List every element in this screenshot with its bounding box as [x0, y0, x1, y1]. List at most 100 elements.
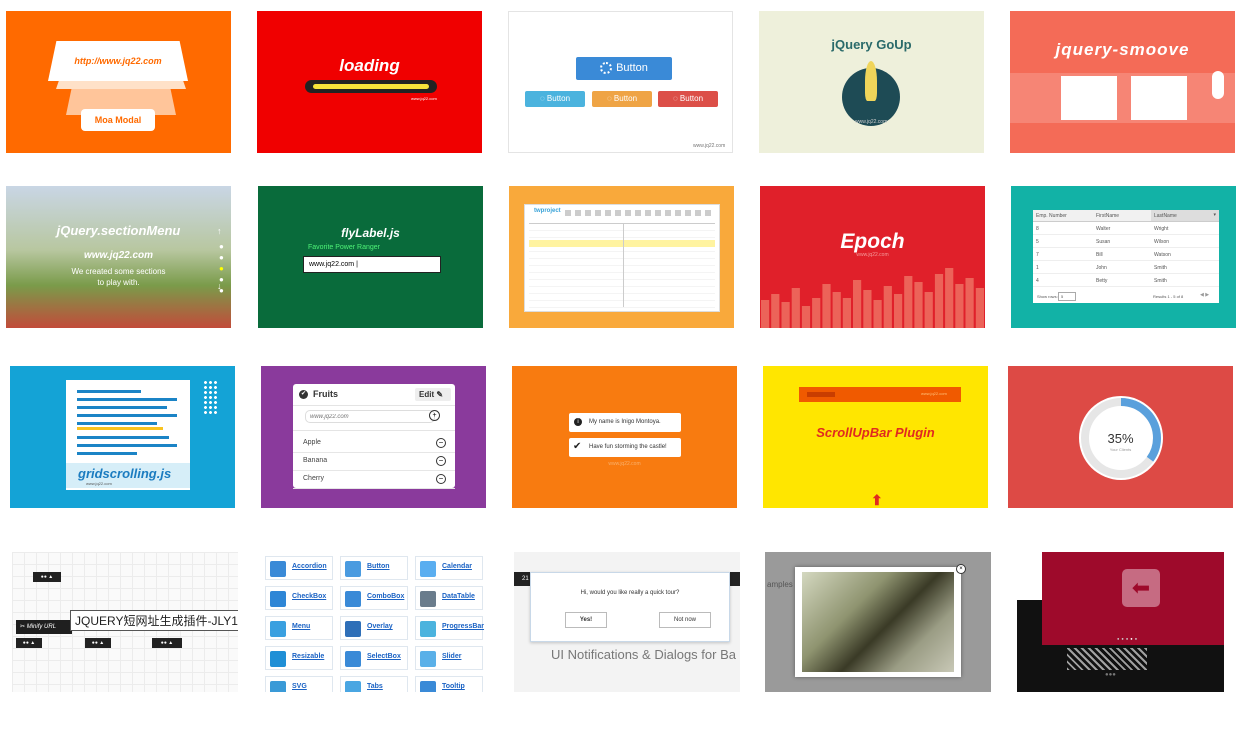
fruit-item[interactable]: Apple −: [293, 435, 455, 453]
goup-tile[interactable]: jQuery GoUp www.jq22.com: [759, 11, 984, 153]
gridscrolling-tile[interactable]: gridscrolling.js www.jq22.com: [10, 366, 235, 508]
widget-link[interactable]: CheckBox: [265, 586, 333, 610]
widget-link[interactable]: Calendar: [415, 556, 483, 580]
goup-title: jQuery GoUp: [831, 37, 912, 52]
slider-tile[interactable]: ⬅ ●●●●● ●●●: [1017, 552, 1224, 692]
small-button-label: Button: [546, 94, 571, 103]
widgets-tile[interactable]: Accordion Button Calendar CheckBox ComboBox D…: [263, 552, 489, 692]
node-bottom-2[interactable]: ●● ▲: [85, 638, 111, 648]
fruit-label: Cherry: [303, 475, 325, 482]
widget-link[interactable]: Overlay: [340, 616, 408, 640]
scrollupbar-tile[interactable]: www.jq22.com ScrollUpBar Plugin ⬆: [763, 366, 988, 508]
header-lastname[interactable]: LastName ▾: [1151, 210, 1219, 221]
widget-link[interactable]: DataTable: [415, 586, 483, 610]
epoch-bar: [934, 274, 944, 328]
donut-tile[interactable]: 35% Your Clients: [1008, 366, 1233, 508]
scrollup-bar-site: www.jq22.com: [921, 391, 947, 396]
loading-progress-fill: [313, 84, 429, 89]
minify-node[interactable]: ✂ Minify URL: [16, 620, 72, 634]
widget-link[interactable]: SVG: [265, 676, 333, 692]
widget-link[interactable]: Button: [340, 556, 408, 580]
widget-label: ComboBox: [367, 593, 405, 600]
small-button-red[interactable]: ◌ Button: [658, 91, 718, 107]
table-tile[interactable]: Emp. Number FirstName LastName ▾ 8 Walter W…: [1011, 186, 1236, 328]
table-row[interactable]: 7 Bill Watson: [1033, 248, 1219, 261]
widget-link[interactable]: Menu: [265, 616, 333, 640]
notification-2[interactable]: ✔ Have fun storming the castle!: [569, 438, 681, 457]
slider-dot[interactable]: ●: [1135, 636, 1139, 641]
remove-icon[interactable]: −: [436, 474, 446, 484]
moa-modal-button[interactable]: Moa Modal: [81, 109, 155, 131]
header-firstname[interactable]: FirstName: [1096, 213, 1119, 219]
fruit-item[interactable]: Cherry −: [293, 471, 455, 489]
add-icon[interactable]: +: [429, 410, 440, 421]
notify-tile[interactable]: i My name is Inigo Montoya. ✔ Have fun s…: [512, 366, 737, 508]
gantt-brand: twproject: [534, 208, 561, 214]
widget-icon: [270, 651, 286, 667]
node-top[interactable]: ●● ▲: [33, 572, 61, 582]
table-row[interactable]: 5 Susan Wilson: [1033, 235, 1219, 248]
widget-link[interactable]: ProgressBar: [415, 616, 484, 640]
small-button-blue[interactable]: ◌ Button: [525, 91, 585, 107]
widget-link[interactable]: Tabs: [340, 676, 408, 692]
up-arrow-icon[interactable]: ↑: [217, 226, 222, 236]
grid-line-4: [77, 414, 177, 417]
tour-yes-button[interactable]: Yes!: [565, 612, 607, 628]
fruit-input[interactable]: [305, 410, 435, 423]
flylabel-tile[interactable]: flyLabel.js Favorite Power Ranger www.jq…: [258, 186, 483, 328]
check-icon: ✔: [573, 441, 582, 452]
epoch-bar: [894, 294, 903, 328]
pager-arrows-icon[interactable]: ◀ ▶: [1200, 292, 1209, 298]
remove-icon[interactable]: −: [436, 456, 446, 466]
fruits-tile[interactable]: ✔ Fruits Edit ✎ + Apple − Banana − Cherry −: [261, 366, 486, 508]
epoch-tile[interactable]: Epoch www.jq22.com: [760, 186, 985, 328]
small-button-orange[interactable]: ◌ Button: [592, 91, 652, 107]
widget-icon: [345, 591, 361, 607]
show-rows-select[interactable]: 5: [1058, 292, 1076, 301]
header-emp-number[interactable]: Emp. Number: [1036, 213, 1067, 219]
slider-dots[interactable]: ●●●●●: [1117, 636, 1139, 641]
donut-sub: Your Clients: [1109, 447, 1132, 452]
table-row[interactable]: 8 Walter Wright: [1033, 222, 1219, 235]
gantt-toolbar: [565, 210, 713, 216]
spinner-icon: [600, 62, 613, 75]
widget-link[interactable]: ComboBox: [340, 586, 408, 610]
lightbox-tile[interactable]: amples ×: [765, 552, 991, 692]
widget-link[interactable]: Tooltip: [415, 676, 483, 692]
edit-button[interactable]: Edit ✎: [415, 388, 451, 401]
node-bottom-1[interactable]: ●● ▲: [16, 638, 42, 648]
moa-modal-tile[interactable]: http://www.jq22.com Moa Modal: [6, 11, 231, 153]
smoove-scroll-handle[interactable]: [1212, 71, 1224, 99]
widget-link[interactable]: Resizable: [265, 646, 333, 670]
notification-1[interactable]: i My name is Inigo Montoya.: [569, 413, 681, 432]
main-button[interactable]: Button: [576, 57, 672, 80]
tour-tile[interactable]: 21 Hi, would you like really a quick tou…: [514, 552, 740, 692]
minify-url-tile[interactable]: ●● ▲ ✂ Minify URL JQUERY短网址生成插件-JLY1 ●● …: [12, 552, 238, 692]
flylabel-input[interactable]: www.jq22.com |: [303, 256, 441, 273]
ladda-buttons-tile[interactable]: Button ◌ Button ◌ Button ◌ Button www.jq…: [508, 11, 733, 153]
table-row[interactable]: 4 Betty Smith: [1033, 274, 1219, 287]
smoove-box-right: [1131, 76, 1187, 120]
back-arrow-icon[interactable]: ⬅: [1122, 569, 1160, 607]
goup-site: www.jq22.com: [855, 119, 888, 125]
down-arrow-icon[interactable]: ↓: [217, 281, 222, 291]
grid-nav-dots[interactable]: [203, 380, 217, 414]
close-icon[interactable]: ×: [956, 564, 966, 574]
widget-label: Calendar: [442, 563, 472, 570]
remove-icon[interactable]: −: [436, 438, 446, 448]
fruit-item[interactable]: Banana −: [293, 453, 455, 471]
widget-link[interactable]: Accordion: [265, 556, 333, 580]
table-cell: 4: [1036, 278, 1039, 284]
widget-link[interactable]: SelectBox: [340, 646, 408, 670]
section-menu-tile[interactable]: jQuery.sectionMenu www.jq22.com We creat…: [6, 186, 231, 328]
node-bottom-3[interactable]: ●● ▲: [152, 638, 182, 648]
notify-site: www.jq22.com: [608, 461, 641, 467]
table-row[interactable]: 1 John Smith: [1033, 261, 1219, 274]
epoch-bar: [801, 306, 811, 328]
gantt-tile[interactable]: twproject: [509, 186, 734, 328]
widget-link[interactable]: Slider: [415, 646, 483, 670]
up-arrow-icon[interactable]: ⬆: [871, 492, 883, 508]
smoove-tile[interactable]: jquery-smoove: [1010, 11, 1235, 153]
loading-tile[interactable]: loading www.jq22.com: [257, 11, 482, 153]
tour-no-button[interactable]: Not now: [659, 612, 711, 628]
